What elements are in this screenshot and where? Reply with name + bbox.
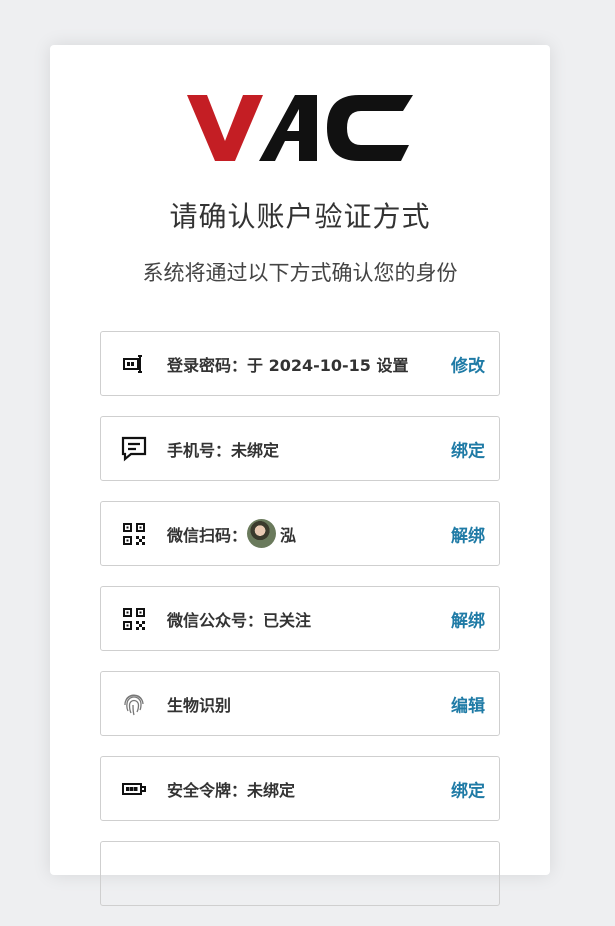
verification-card: 请确认账户验证方式 系统将通过以下方式确认您的身份 登录密码： 于 2024-1… [50, 45, 550, 906]
method-label: 登录密码： [167, 355, 248, 375]
method-row-phone: 手机号： 未绑定 绑定 [100, 416, 500, 481]
method-text: 安全令牌： 未绑定 [167, 777, 295, 801]
fingerprint-icon [119, 689, 149, 719]
method-text: 登录密码： 于 2024-10-15 设置 [167, 352, 409, 376]
method-row-partial [100, 841, 500, 906]
modify-password-button[interactable]: 修改 [451, 351, 485, 376]
method-value: 于 2024-10-15 设置 [247, 355, 409, 375]
vac-logo [187, 95, 413, 161]
method-text: 手机号： 未绑定 [167, 437, 279, 461]
page-title: 请确认账户验证方式 [169, 200, 431, 233]
method-label: 微信公众号： [167, 610, 264, 630]
verification-methods-list: 登录密码： 于 2024-10-15 设置 修改 手机号： 未绑定 绑定 微信扫… [100, 331, 500, 926]
bind-phone-button[interactable]: 绑定 [451, 436, 485, 461]
method-text: 微信公众号： 已关注 [167, 607, 311, 631]
password-icon [119, 349, 149, 379]
token-icon [119, 774, 149, 804]
page-subtitle: 系统将通过以下方式确认您的身份 [142, 261, 458, 285]
method-value: 未绑定 [247, 780, 296, 800]
method-label: 手机号： [167, 440, 232, 460]
avatar [247, 519, 277, 548]
method-row-wechat-official: 微信公众号： 已关注 解绑 [100, 586, 500, 651]
edit-biometric-button[interactable]: 编辑 [451, 691, 485, 716]
method-text: 生物识别 [167, 692, 231, 716]
method-label: 生物识别 [167, 695, 232, 715]
unbind-wechat-scan-button[interactable]: 解绑 [451, 521, 485, 546]
method-text: 微信扫码： 泓 [167, 519, 296, 548]
bind-token-button[interactable]: 绑定 [451, 776, 485, 801]
sms-icon [119, 434, 149, 464]
method-row-password: 登录密码： 于 2024-10-15 设置 修改 [100, 331, 500, 396]
method-row-wechat-scan: 微信扫码： 泓 解绑 [100, 501, 500, 566]
qrcode-icon [119, 604, 149, 634]
method-value: 未绑定 [231, 440, 280, 460]
unbind-wechat-official-button[interactable]: 解绑 [451, 606, 485, 631]
method-label: 安全令牌： [167, 780, 248, 800]
method-row-token: 安全令牌： 未绑定 绑定 [100, 756, 500, 821]
method-value: 已关注 [263, 610, 312, 630]
qrcode-icon [119, 519, 149, 549]
method-row-biometric: 生物识别 编辑 [100, 671, 500, 736]
method-value: 泓 [280, 525, 297, 545]
method-label: 微信扫码： [167, 525, 248, 545]
